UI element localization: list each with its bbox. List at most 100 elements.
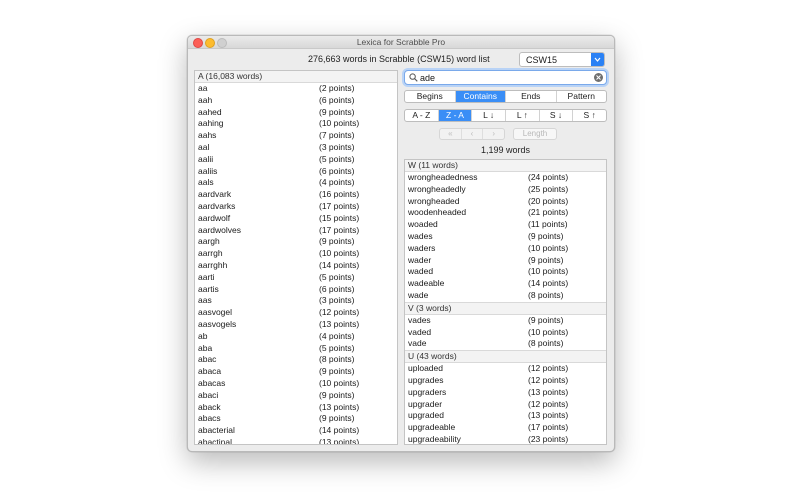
points-text: (17 points) xyxy=(319,224,360,235)
word-text: upgradeable xyxy=(408,422,456,433)
clear-search-icon[interactable] xyxy=(594,73,603,82)
list-item[interactable]: vade (8 points) xyxy=(405,338,606,350)
list-item[interactable]: abactinal (13 points) xyxy=(195,437,397,444)
match-mode-pattern[interactable]: Pattern xyxy=(555,91,607,102)
match-mode-ends[interactable]: Ends xyxy=(505,91,556,102)
dictionary-value: CSW15 xyxy=(526,55,558,65)
dictionary-select[interactable]: CSW15 xyxy=(519,52,605,67)
points-text: (9 points) xyxy=(528,254,564,265)
list-item[interactable]: uploaded (12 points) xyxy=(405,363,606,375)
list-item[interactable]: aardvark (16 points) xyxy=(195,189,397,201)
list-item[interactable]: vaded (10 points) xyxy=(405,327,606,339)
list-item[interactable]: aa (2 points) xyxy=(195,83,397,95)
list-item[interactable]: aardvarks (17 points) xyxy=(195,201,397,213)
list-item[interactable]: vades (9 points) xyxy=(405,315,606,327)
list-item[interactable]: abac (8 points) xyxy=(195,354,397,366)
list-item[interactable]: aarti (5 points) xyxy=(195,272,397,284)
word-list[interactable]: A (16,083 words) aa (2 points) aah (6 point… xyxy=(194,70,398,445)
word-text: wadeable xyxy=(408,278,445,289)
list-item[interactable]: wader (9 points) xyxy=(405,255,606,267)
list-item[interactable]: aasvogel (12 points) xyxy=(195,307,397,319)
word-text: aah xyxy=(198,94,213,105)
list-item[interactable]: wrongheaded (20 points) xyxy=(405,196,606,208)
list-item[interactable]: aas (3 points) xyxy=(195,295,397,307)
list-item[interactable]: abacas (10 points) xyxy=(195,378,397,390)
sort-length-desc-button[interactable]: L ↓ xyxy=(471,110,505,121)
list-item[interactable]: aahing (10 points) xyxy=(195,118,397,130)
match-mode-contains[interactable]: Contains xyxy=(454,91,505,102)
next-page-button[interactable]: › xyxy=(482,129,504,139)
list-item[interactable]: wadeable (14 points) xyxy=(405,278,606,290)
points-text: (13 points) xyxy=(528,410,569,421)
word-text: vades xyxy=(408,314,431,325)
list-item[interactable]: abaca (9 points) xyxy=(195,366,397,378)
list-item[interactable]: aarrghh (14 points) xyxy=(195,260,397,272)
prev-page-button[interactable]: ‹ xyxy=(460,129,483,139)
list-item[interactable]: aal (3 points) xyxy=(195,142,397,154)
points-text: (4 points) xyxy=(319,330,355,341)
word-text: wrongheadedness xyxy=(408,172,478,182)
list-item[interactable]: aals (4 points) xyxy=(195,177,397,189)
list-item[interactable]: aalii (5 points) xyxy=(195,154,397,166)
points-text: (25 points) xyxy=(528,183,569,194)
list-item[interactable]: wrongheadedly (25 points) xyxy=(405,184,606,196)
list-item[interactable]: upgraded (13 points) xyxy=(405,410,606,422)
sort-za-button[interactable]: Z - A xyxy=(437,110,472,121)
points-text: (10 points) xyxy=(528,326,569,337)
list-item[interactable]: aaliis (6 points) xyxy=(195,166,397,178)
list-item[interactable]: aasvogels (13 points) xyxy=(195,319,397,331)
list-item[interactable]: abaci (9 points) xyxy=(195,390,397,402)
list-item[interactable]: upgradeable (17 points) xyxy=(405,422,606,434)
points-text: (12 points) xyxy=(528,363,569,374)
list-item[interactable]: woodenheaded (21 points) xyxy=(405,207,606,219)
list-item[interactable]: wade (8 points) xyxy=(405,290,606,302)
list-item[interactable]: aarrgh (10 points) xyxy=(195,248,397,260)
first-page-button[interactable]: « xyxy=(440,129,461,139)
list-item[interactable]: upgradeability (23 points) xyxy=(405,434,606,444)
word-text: ab xyxy=(198,330,208,341)
list-item[interactable]: aardwolf (15 points) xyxy=(195,213,397,225)
list-item[interactable]: aardwolves (17 points) xyxy=(195,225,397,237)
sort-length-asc-button[interactable]: L ↑ xyxy=(505,110,539,121)
points-text: (5 points) xyxy=(319,271,355,282)
list-item[interactable]: wrongheadedness (24 points) xyxy=(405,172,606,184)
word-text: wrongheadedly xyxy=(408,183,466,194)
list-item[interactable]: aahed (9 points) xyxy=(195,107,397,119)
list-item[interactable]: woaded (11 points) xyxy=(405,219,606,231)
list-item[interactable]: upgrades (12 points) xyxy=(405,375,606,387)
window-title: Lexica for Scrabble Pro xyxy=(356,37,446,47)
length-button[interactable]: Length xyxy=(513,128,557,140)
sort-mode-control: A - ZZ - AL ↓ L ↑ S ↓ S ↑ xyxy=(404,109,607,122)
list-item[interactable]: wades (9 points) xyxy=(405,231,606,243)
list-item[interactable]: aahs (7 points) xyxy=(195,130,397,142)
list-item[interactable]: aback (13 points) xyxy=(195,402,397,414)
list-item[interactable]: aah (6 points) xyxy=(195,95,397,107)
list-item[interactable]: abacterial (14 points) xyxy=(195,425,397,437)
sort-score-desc-button[interactable]: S ↓ xyxy=(538,110,573,121)
list-item[interactable]: aba (5 points) xyxy=(195,343,397,355)
list-item[interactable]: upgrader (12 points) xyxy=(405,399,606,411)
list-item[interactable]: upgraders (13 points) xyxy=(405,387,606,399)
list-item[interactable]: aargh (9 points) xyxy=(195,236,397,248)
match-mode-begins[interactable]: Begins xyxy=(405,91,455,102)
sort-az-button[interactable]: A - Z xyxy=(405,110,438,121)
points-text: (13 points) xyxy=(528,386,569,397)
list-item[interactable]: waded (10 points) xyxy=(405,266,606,278)
results-list[interactable]: W (11 words) wrongheadedness (24 points) wr… xyxy=(404,159,607,445)
list-item[interactable]: waders (10 points) xyxy=(405,243,606,255)
search-field[interactable]: ade xyxy=(404,70,607,85)
points-text: (13 points) xyxy=(319,401,360,412)
points-text: (2 points) xyxy=(319,83,355,93)
word-text: wades xyxy=(408,230,433,241)
list-item[interactable]: ab (4 points) xyxy=(195,331,397,343)
list-item[interactable]: abacs (9 points) xyxy=(195,413,397,425)
list-item[interactable]: aartis (6 points) xyxy=(195,284,397,296)
word-text: wader xyxy=(408,254,432,265)
search-input[interactable]: ade xyxy=(420,73,435,83)
sort-score-asc-button[interactable]: S ↑ xyxy=(572,110,606,121)
word-text: abacterial xyxy=(198,425,235,436)
points-text: (11 points) xyxy=(528,219,568,230)
points-text: (9 points) xyxy=(319,389,355,400)
points-text: (3 points) xyxy=(319,141,355,152)
points-text: (6 points) xyxy=(319,94,355,105)
